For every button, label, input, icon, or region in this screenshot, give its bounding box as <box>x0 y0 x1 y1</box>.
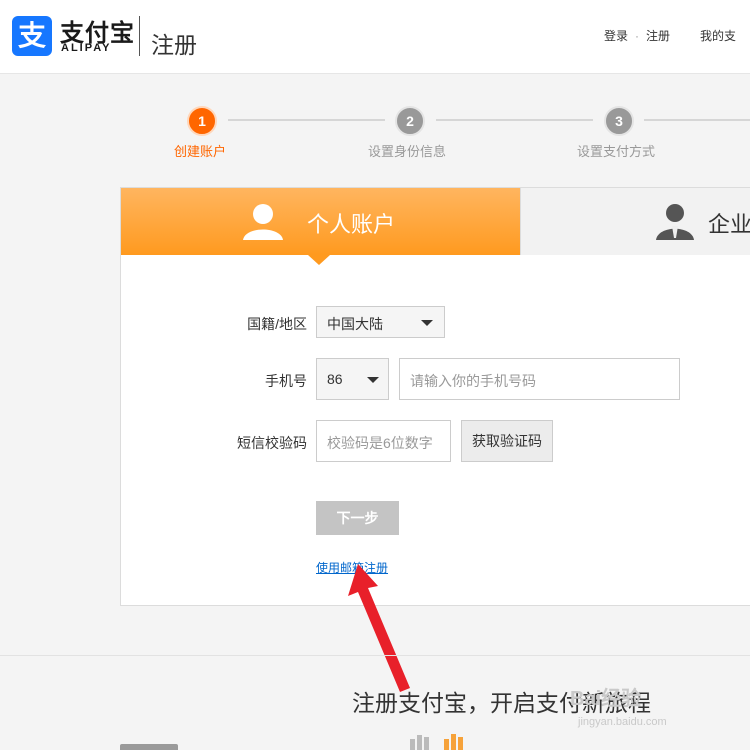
phone-input[interactable]: 请输入你的手机号码 <box>399 358 680 400</box>
my-account-link[interactable]: 我的支 <box>700 27 736 44</box>
region-select[interactable]: 中国大陆 <box>316 306 445 338</box>
brand-divider <box>139 16 140 56</box>
step-3-label: 设置支付方式 <box>577 144 656 159</box>
tab-corporate-account[interactable]: 企业账 <box>520 188 750 255</box>
region-select-value: 中国大陆 <box>327 316 383 332</box>
login-link[interactable]: 登录 <box>604 27 628 44</box>
step-connector <box>228 119 385 121</box>
tab-pointer <box>308 255 330 265</box>
annotation-arrow-icon <box>348 564 410 692</box>
phone-input-placeholder: 请输入你的手机号码 <box>410 373 536 389</box>
step-connector <box>436 119 593 121</box>
baidu-watermark-url: jingyan.baidu.com <box>578 716 667 728</box>
alipay-logo-icon[interactable]: 支 <box>12 16 52 56</box>
step-connector <box>644 119 750 121</box>
page-title: 注册 <box>151 32 197 58</box>
chevron-down-icon <box>367 377 379 383</box>
business-person-icon <box>656 204 694 240</box>
next-step-button[interactable]: 下一步 <box>316 501 399 535</box>
header-nav: 登录 · 注册 我的支 <box>604 27 736 44</box>
step-3-indicator: 3 <box>604 106 634 136</box>
tab-corporate-label: 企业账 <box>708 212 750 237</box>
step-1-indicator: 1 <box>187 106 217 136</box>
step-1-label: 创建账户 <box>174 144 227 159</box>
site-header: 支 支付宝 ALIPAY 注册 登录 · 注册 我的支 <box>0 0 750 74</box>
sms-code-input[interactable]: 校验码是6位数字 <box>316 420 451 462</box>
step-2-indicator: 2 <box>395 106 425 136</box>
country-code-select[interactable]: 86 <box>316 358 389 400</box>
tab-personal-label: 个人账户 <box>307 212 396 237</box>
country-code-value: 86 <box>327 371 343 387</box>
brand-name-en: ALIPAY <box>61 42 112 54</box>
sms-code-placeholder: 校验码是6位数字 <box>327 435 433 451</box>
sms-code-label: 短信校验码 <box>237 435 307 451</box>
phone-label: 手机号 <box>265 373 307 389</box>
baidu-watermark: Bai经验 <box>570 688 642 710</box>
get-code-button[interactable]: 获取验证码 <box>461 420 553 462</box>
partial-thumbnail <box>120 744 178 750</box>
section-divider <box>0 655 750 656</box>
region-label: 国籍/地区 <box>247 316 307 332</box>
registration-card: 个人账户 企业账 国籍/地区 中国大陆 手机号 86 请输入你的手机号码 短信校… <box>120 187 750 606</box>
tab-personal-account[interactable]: 个人账户 <box>121 188 520 255</box>
hand-icon <box>410 734 463 750</box>
nav-separator: · <box>635 29 640 43</box>
register-link[interactable]: 注册 <box>646 27 670 44</box>
step-2-label: 设置身份信息 <box>368 144 447 159</box>
chevron-down-icon <box>421 320 433 326</box>
person-icon <box>243 204 283 240</box>
